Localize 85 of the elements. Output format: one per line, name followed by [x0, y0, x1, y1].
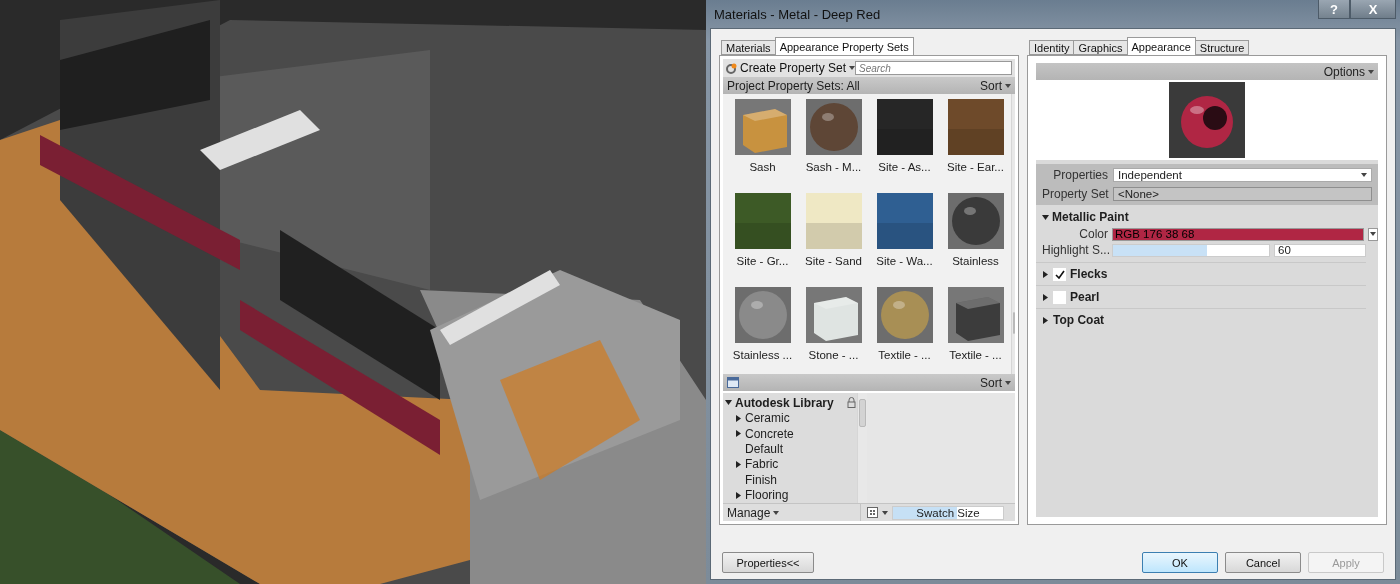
swatch-label: Textile - ... [949, 349, 1002, 361]
material-swatch[interactable] [734, 287, 791, 343]
section-heading: Pearl [1070, 290, 1100, 304]
caret-icon [1361, 173, 1367, 177]
material-swatch[interactable] [947, 287, 1004, 343]
material-swatch[interactable] [876, 287, 933, 343]
caret-icon [1005, 83, 1011, 88]
collapse-arrow-icon[interactable] [725, 399, 732, 407]
swatch-label: Stainless ... [732, 349, 793, 361]
tree-item[interactable]: Fabric [745, 457, 779, 472]
tree-item[interactable]: Concrete [745, 426, 794, 441]
options-button[interactable]: Options [1323, 64, 1374, 79]
dialog-button[interactable]: Cancel [1225, 552, 1301, 573]
tab[interactable]: Appearance Property Sets [774, 37, 914, 55]
tree-item[interactable]: Ceramic [745, 411, 790, 426]
set-filter-label[interactable]: Project Property Sets: All [727, 78, 860, 93]
material-swatch[interactable] [876, 99, 933, 155]
caret-icon [1005, 380, 1011, 385]
property-set-field[interactable]: <None> [1113, 187, 1372, 201]
expand-arrow-icon[interactable] [1042, 293, 1049, 301]
tab[interactable]: Graphics [1073, 40, 1128, 55]
group-heading: Metallic Paint [1052, 210, 1129, 224]
window-title: Materials - Metal - Deep Red [714, 6, 881, 22]
swatch-label: Textile - ... [878, 349, 931, 361]
highlight-slider[interactable] [1112, 243, 1270, 257]
caret-icon [1368, 69, 1374, 74]
sort-button[interactable]: Sort [980, 78, 1011, 93]
checkbox[interactable] [1053, 290, 1066, 304]
dialog-button[interactable]: OK [1142, 552, 1218, 573]
properties-dropdown[interactable]: Independent [1113, 168, 1372, 182]
tab[interactable]: Materials [721, 40, 776, 55]
tree-item[interactable]: Autodesk Library [735, 395, 834, 410]
expand-arrow-icon[interactable] [1042, 270, 1049, 278]
expand-arrow-icon[interactable] [735, 491, 742, 499]
manage-button[interactable]: Manage [723, 504, 861, 521]
material-swatch[interactable] [805, 287, 862, 343]
material-swatch[interactable] [734, 193, 791, 249]
swatch-label: Sash [749, 161, 776, 173]
checkbox[interactable] [1053, 267, 1066, 281]
caret-icon [773, 510, 780, 515]
collapse-arrow-icon[interactable] [1042, 213, 1049, 221]
property-label: Property Set [1042, 187, 1108, 201]
swatch-label: Site - As... [878, 161, 931, 173]
swatch-label: Site - Sand [805, 255, 862, 267]
grid-view-icon[interactable] [867, 507, 878, 518]
color-dropdown-button[interactable] [1368, 227, 1378, 241]
library-panel-icon[interactable] [727, 377, 739, 388]
property-label: Properties [1052, 168, 1108, 182]
tree-item[interactable]: Default [745, 441, 784, 456]
expand-arrow-icon[interactable] [1042, 316, 1049, 324]
swatch-label: Stainless [952, 255, 999, 267]
material-swatch[interactable] [947, 193, 1004, 249]
swatch-label: Sash - M... [805, 161, 862, 173]
swatch-label: Site - Ear... [947, 161, 1004, 173]
swatch-label: Site - Gr... [736, 255, 789, 267]
tab[interactable]: Appearance [1126, 37, 1196, 55]
material-swatch[interactable] [876, 193, 933, 249]
color-label: Color [1078, 227, 1108, 241]
swatch-label: Site - Wa... [876, 255, 933, 267]
tab[interactable]: Identity [1029, 40, 1075, 55]
sort-button[interactable]: Sort [980, 375, 1011, 390]
caret-icon [1370, 232, 1376, 236]
lock-icon [846, 397, 856, 409]
material-swatch[interactable] [805, 99, 862, 155]
check-icon [1054, 269, 1065, 279]
tree-item[interactable]: Flooring [745, 488, 789, 503]
search-field[interactable]: Search [855, 61, 1012, 75]
gear-icon [726, 62, 737, 74]
highlight-label: Highlight S... [1042, 243, 1108, 257]
material-swatch[interactable] [947, 99, 1004, 155]
section-heading: Top Coat [1053, 313, 1105, 327]
swatch-label: Stone - ... [808, 349, 859, 361]
caret-icon [849, 66, 856, 70]
expand-arrow-icon[interactable] [735, 460, 742, 468]
create-property-set-button[interactable]: Create Property Set [726, 61, 856, 75]
caret-icon [882, 510, 888, 515]
swatch-size-slider[interactable]: Swatch Size [892, 505, 1004, 520]
scrollbar[interactable] [857, 393, 867, 503]
tree-item[interactable]: Finish [745, 472, 777, 487]
material-swatch[interactable] [734, 99, 791, 155]
highlight-value-field[interactable]: 60 [1274, 243, 1366, 257]
properties-toggle-button[interactable]: Properties<< [722, 552, 814, 573]
tab[interactable]: Structure [1194, 40, 1250, 55]
section-heading: Flecks [1070, 267, 1108, 281]
material-swatch[interactable] [805, 193, 862, 249]
